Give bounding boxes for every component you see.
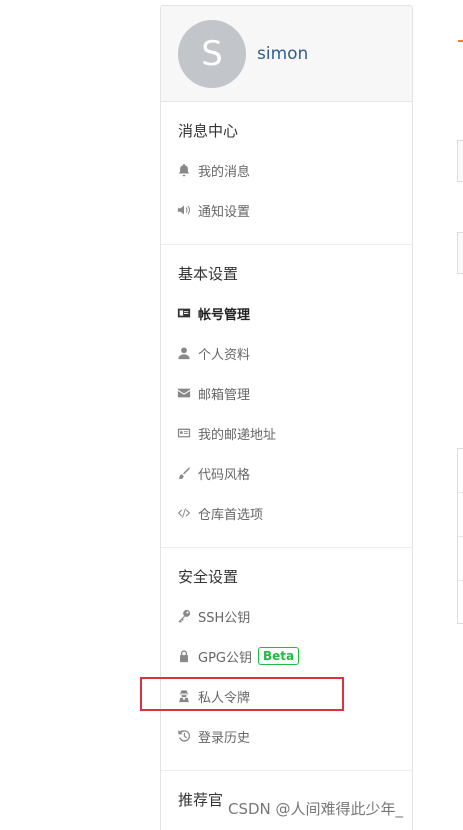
table-row bbox=[458, 449, 463, 493]
sidebar-item-profile[interactable]: 个人资料 bbox=[161, 333, 412, 373]
section-title: 消息中心 bbox=[178, 122, 239, 140]
sidebar-item-label: 帐号管理 bbox=[198, 307, 251, 323]
sidebar-item-login-history[interactable]: 登录历史 bbox=[161, 716, 412, 756]
sidebar-item-label: 我的邮递地址 bbox=[198, 427, 277, 443]
sidebar-item-label: 我的消息 bbox=[198, 164, 251, 180]
sidebar-item-label: 通知设置 bbox=[198, 204, 251, 220]
sidebar-item-code-style[interactable]: 代码风格 bbox=[161, 453, 412, 493]
section-message-center: 消息中心 我的消息 通知设置 bbox=[161, 102, 412, 245]
bell-icon bbox=[177, 163, 191, 177]
sidebar-item-label: SSH公钥 bbox=[198, 610, 251, 626]
sidebar-item-email[interactable]: 邮箱管理 bbox=[161, 373, 412, 413]
address-card-icon bbox=[177, 426, 191, 440]
sidebar-item-private-tokens[interactable]: 私人令牌 bbox=[161, 676, 412, 716]
section-title: 安全设置 bbox=[178, 568, 239, 586]
id-card-icon bbox=[177, 306, 191, 320]
profile-header: S simon bbox=[161, 6, 412, 102]
user-secret-icon bbox=[177, 689, 191, 703]
sidebar-item-label: 个人资料 bbox=[198, 347, 251, 363]
sidebar-item-label: 代码风格 bbox=[198, 467, 251, 483]
section-title: 基本设置 bbox=[178, 265, 239, 283]
table-stub bbox=[457, 448, 463, 624]
beta-badge: Beta bbox=[258, 647, 300, 665]
section-security-settings: 安全设置 SSH公钥 GPG公钥 Beta 私人令牌 登录历史 bbox=[161, 548, 412, 771]
sidebar-item-notification-settings[interactable]: 通知设置 bbox=[161, 190, 412, 230]
envelope-icon bbox=[177, 386, 191, 400]
username-link[interactable]: simon bbox=[257, 44, 308, 64]
key-icon bbox=[177, 609, 191, 623]
sidebar-item-label: 私人令牌 bbox=[198, 690, 251, 706]
history-icon bbox=[177, 729, 191, 743]
sidebar-item-label: 仓库首选项 bbox=[198, 507, 264, 523]
watermark-text: CSDN @人间难得此少年_ bbox=[228, 800, 404, 818]
code-icon bbox=[177, 506, 191, 520]
sidebar-item-label: GPG公钥 bbox=[198, 650, 252, 666]
form-input-stub[interactable] bbox=[457, 140, 463, 182]
table-row bbox=[458, 493, 463, 537]
table-row bbox=[458, 537, 463, 581]
sidebar-item-label: 登录历史 bbox=[198, 730, 251, 746]
avatar[interactable]: S bbox=[178, 19, 246, 88]
user-icon bbox=[177, 346, 191, 360]
sidebar-item-gpg-keys[interactable]: GPG公钥 Beta bbox=[161, 636, 412, 676]
volume-icon bbox=[177, 203, 191, 217]
sidebar-item-my-messages[interactable]: 我的消息 bbox=[161, 150, 412, 190]
settings-sidebar: S simon 消息中心 我的消息 通知设置 基本设置 帐号管理 个人资料 邮箱… bbox=[160, 5, 413, 830]
sidebar-item-label: 邮箱管理 bbox=[198, 387, 251, 403]
accent-divider bbox=[458, 40, 463, 42]
sidebar-item-ssh-keys[interactable]: SSH公钥 bbox=[161, 596, 412, 636]
sidebar-item-address[interactable]: 我的邮递地址 bbox=[161, 413, 412, 453]
form-input-stub[interactable] bbox=[457, 232, 463, 274]
sidebar-item-account[interactable]: 帐号管理 bbox=[161, 293, 412, 333]
section-basic-settings: 基本设置 帐号管理 个人资料 邮箱管理 我的邮递地址 代码风格 仓库首选项 bbox=[161, 245, 412, 548]
paint-brush-icon bbox=[177, 466, 191, 480]
sidebar-item-repo-preferences[interactable]: 仓库首选项 bbox=[161, 493, 412, 533]
lock-icon bbox=[177, 649, 191, 663]
